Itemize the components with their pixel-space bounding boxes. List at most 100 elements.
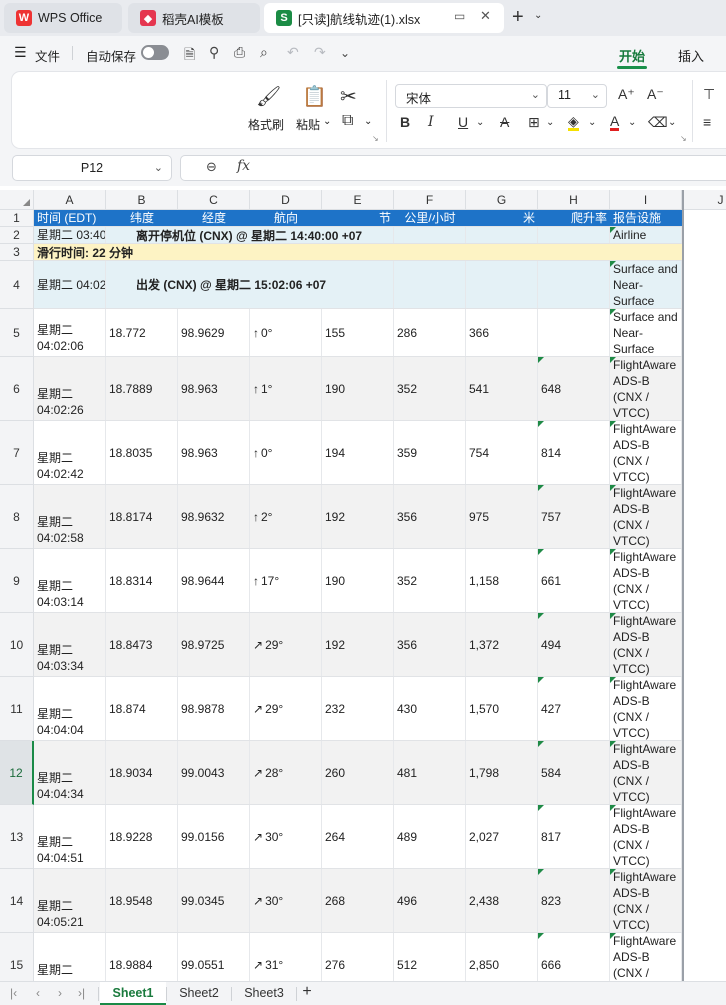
decrease-font-icon[interactable]: A⁻ (647, 86, 664, 103)
table-cell[interactable]: 18.9884 (106, 933, 178, 981)
select-all-corner[interactable] (0, 190, 34, 210)
paste-icon[interactable]: 📋 (302, 84, 327, 109)
table-cell[interactable]: 星期二 04:03:14 (34, 549, 106, 612)
table-cell[interactable]: Surface and Near-Surface (610, 309, 682, 356)
table-cell[interactable]: 584 (538, 741, 610, 804)
save-icon[interactable]: 🗎 (184, 44, 195, 68)
table-cell[interactable]: 星期二 04:02:06 (34, 261, 106, 308)
table-cell[interactable]: 报告设施 (610, 210, 682, 226)
fill-dropdown-icon[interactable]: ⌄ (588, 117, 596, 128)
row-header[interactable]: 13 (0, 805, 34, 869)
row-header[interactable]: 1 (0, 210, 34, 227)
table-cell[interactable]: 260 (322, 741, 394, 804)
table-cell[interactable]: 427 (538, 677, 610, 740)
table-cell[interactable]: 99.0551 (178, 933, 250, 981)
column-header-a[interactable]: A (34, 190, 106, 210)
table-cell[interactable]: 星期二 04:02:06 (34, 309, 106, 356)
table-cell[interactable]: 星期二 04:05:21 (34, 869, 106, 932)
table-cell[interactable]: 星期二 04:03:34 (34, 613, 106, 676)
table-cell[interactable]: 星期二 04:02:26 (34, 357, 106, 420)
row-header[interactable]: 3 (0, 244, 34, 261)
spreadsheet-grid[interactable]: A B C D E F G H I J 1 2 3 4 5 6 7 8 9 10 11 12 13 14 15 时间 (EDT) 纬… (0, 190, 726, 981)
table-cell[interactable]: 18.8174 (106, 485, 178, 548)
column-header-f[interactable]: F (394, 190, 466, 210)
row-header[interactable]: 14 (0, 869, 34, 933)
new-tab-icon[interactable]: + (512, 7, 524, 27)
format-painter-button[interactable]: 格式刷 (248, 116, 284, 133)
cut-icon[interactable]: ✂ (340, 84, 357, 109)
table-cell[interactable]: 481 (394, 741, 466, 804)
row-header[interactable]: 9 (0, 549, 34, 613)
sheet-tab-sheet1[interactable]: Sheet1 (100, 982, 166, 1005)
table-cell[interactable]: 190 (322, 549, 394, 612)
table-cell[interactable]: 18.9548 (106, 869, 178, 932)
table-cell[interactable]: 99.0043 (178, 741, 250, 804)
table-cell[interactable]: 99.0156 (178, 805, 250, 868)
tab-spreadsheet-file[interactable]: S [只读]航线轨迹(1).xlsx ▭ ✕ (264, 3, 504, 33)
underline-dropdown-icon[interactable]: ⌄ (476, 117, 484, 128)
table-cell[interactable]: 节 (322, 210, 394, 226)
row-header[interactable]: 15 (0, 933, 34, 981)
table-cell[interactable]: 430 (394, 677, 466, 740)
table-cell[interactable]: 823 (538, 869, 610, 932)
table-cell[interactable]: FlightAware ADS-B (CNX / VTCC) (610, 805, 682, 868)
table-cell[interactable]: 18.7889 (106, 357, 178, 420)
clipboard-expand-icon[interactable]: ↘ (372, 134, 379, 143)
sheet-tab-sheet3[interactable]: Sheet3 (232, 982, 296, 1005)
table-cell[interactable]: ↗ 30° (250, 869, 322, 932)
table-cell[interactable]: 366 (466, 309, 538, 356)
table-cell[interactable]: 264 (322, 805, 394, 868)
table-cell[interactable]: ↗ 28° (250, 741, 322, 804)
table-cell[interactable]: 814 (538, 421, 610, 484)
table-cell[interactable] (322, 261, 394, 308)
table-cell[interactable]: 2,438 (466, 869, 538, 932)
autosave-toggle[interactable] (141, 45, 169, 60)
tab-wps-office[interactable]: W WPS Office (4, 3, 122, 33)
insert-function-icon[interactable]: fx (237, 158, 250, 174)
table-cell[interactable]: FlightAware ADS-B (CNX / VTCC) (610, 549, 682, 612)
row-header[interactable]: 2 (0, 227, 34, 244)
table-cell[interactable]: 星期二 04:04:04 (34, 677, 106, 740)
fill-color-icon[interactable]: ◈ (568, 114, 579, 131)
table-cell[interactable]: 18.8035 (106, 421, 178, 484)
row-header[interactable]: 6 (0, 357, 34, 421)
table-cell[interactable]: 18.874 (106, 677, 178, 740)
strikethrough-icon[interactable]: A (500, 114, 509, 130)
column-header-g[interactable]: G (466, 190, 538, 210)
row-header[interactable]: 12 (0, 741, 34, 805)
table-cell[interactable]: FlightAware ADS-B (CNX / VTCC) (610, 357, 682, 420)
print-icon[interactable]: ⎙ (234, 44, 245, 61)
clear-dropdown-icon[interactable]: ⌄ (668, 117, 676, 128)
close-icon[interactable]: ✕ (480, 8, 491, 24)
table-cell[interactable]: FlightAware ADS-B (CNX / VTCC) (610, 933, 682, 981)
table-cell[interactable]: ↑ 2° (250, 485, 322, 548)
column-header-d[interactable]: D (250, 190, 322, 210)
border-dropdown-icon[interactable]: ⌄ (546, 117, 554, 128)
column-header-h[interactable]: H (538, 190, 610, 210)
table-cell[interactable]: 2,027 (466, 805, 538, 868)
table-cell[interactable]: 18.9034 (106, 741, 178, 804)
italic-icon[interactable]: I (428, 114, 434, 130)
table-cell[interactable]: 98.9878 (178, 677, 250, 740)
table-cell[interactable]: 356 (394, 613, 466, 676)
table-cell[interactable]: 352 (394, 549, 466, 612)
table-cell[interactable]: 星期二04:05:51 (34, 933, 106, 981)
table-cell[interactable] (466, 227, 538, 243)
copy-icon[interactable]: ⧉ (342, 112, 353, 130)
table-cell[interactable]: 541 (466, 357, 538, 420)
table-cell[interactable]: 155 (322, 309, 394, 356)
hamburger-menu-icon[interactable]: ☰ (14, 44, 27, 61)
paste-button[interactable]: 粘贴 (296, 116, 320, 133)
table-cell[interactable]: 98.963 (178, 421, 250, 484)
table-cell[interactable]: ↗ 29° (250, 677, 322, 740)
table-cell[interactable]: 2,850 (466, 933, 538, 981)
table-cell[interactable]: 星期二 03:40:00 (34, 227, 106, 243)
font-color-icon[interactable]: A (610, 114, 620, 131)
table-cell[interactable]: 99.0345 (178, 869, 250, 932)
undo-icon[interactable]: ↶ (287, 44, 299, 61)
copy-dropdown-icon[interactable]: ⌄ (364, 116, 372, 127)
table-cell[interactable]: 276 (322, 933, 394, 981)
last-sheet-icon[interactable]: ›| (78, 986, 85, 1000)
prev-sheet-icon[interactable]: ‹ (36, 986, 40, 1000)
table-cell[interactable]: ↗ 30° (250, 805, 322, 868)
